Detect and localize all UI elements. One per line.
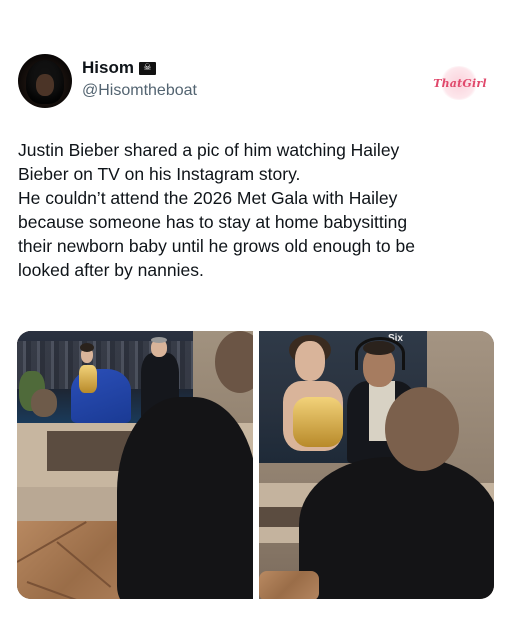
avatar[interactable] (18, 54, 72, 108)
tweet-line: their newborn baby until he grows old en… (18, 236, 415, 256)
pirate-flag-icon: ☠ (138, 61, 156, 75)
tweet-text: Justin Bieber shared a pic of him watchi… (18, 138, 498, 282)
user-name-row: Hisom ☠ (82, 58, 156, 78)
person-back (117, 397, 253, 599)
tweet-line: Bieber on TV on his Instagram story. (18, 164, 301, 184)
photo-left[interactable] (17, 331, 253, 599)
tweet-line: looked after by nannies. (18, 260, 204, 280)
photo-right[interactable]: Six (259, 331, 494, 599)
media-grid: Six (17, 331, 494, 599)
watermark-logo: ThatGirl (426, 66, 494, 102)
avatar-face (36, 74, 54, 96)
user-handle[interactable]: @Hisomtheboat (82, 82, 197, 100)
tweet-line: He couldn’t attend the 2026 Met Gala wit… (18, 188, 398, 208)
person-back (299, 457, 494, 599)
display-name[interactable]: Hisom (82, 58, 134, 78)
watermark-text: ThatGirl (433, 77, 487, 90)
tweet-line: because someone has to stay at home baby… (18, 212, 408, 232)
tweet-line: Justin Bieber shared a pic of him watchi… (18, 140, 400, 160)
